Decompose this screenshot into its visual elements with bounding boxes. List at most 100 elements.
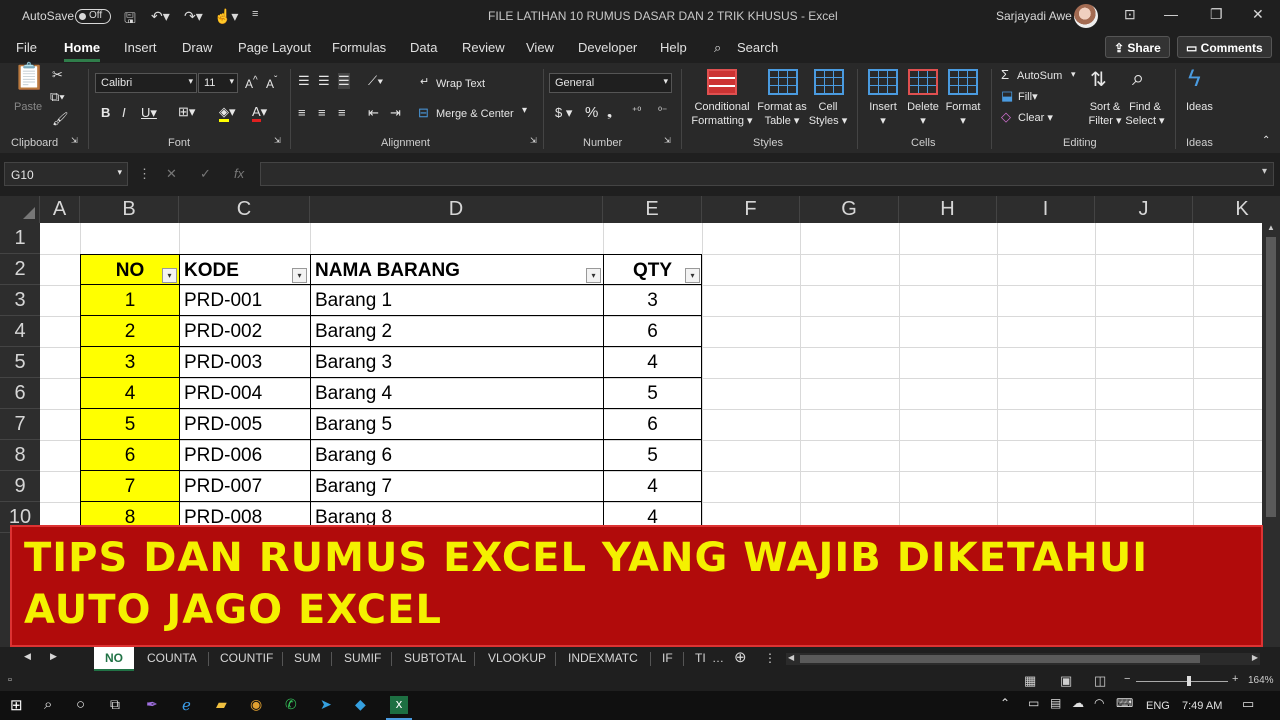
autosum-button[interactable]: AutoSum — [1017, 69, 1062, 83]
touch-mode-icon[interactable]: ☝▾ — [214, 8, 238, 25]
table-cell-no[interactable]: 2 — [80, 316, 179, 347]
search-icon[interactable]: ⌕ — [714, 40, 721, 56]
merge-center-button[interactable]: Merge & Center — [436, 107, 514, 121]
chevron-down-icon[interactable]: ▾ — [522, 105, 527, 116]
task-view-icon[interactable]: ⧉ — [110, 696, 128, 714]
table-cell-qty[interactable]: 6 — [603, 409, 702, 440]
align-right-icon[interactable]: ≡ — [338, 105, 346, 120]
table-cell-no[interactable]: 7 — [80, 471, 179, 502]
column-header-e[interactable]: E — [603, 196, 702, 223]
onedrive-icon[interactable]: ☁ — [1072, 696, 1090, 714]
delete-cells-button[interactable]: Delete ▾ — [904, 100, 942, 128]
wrap-text-button[interactable]: Wrap Text — [436, 77, 485, 91]
column-header-g[interactable]: G — [800, 196, 899, 223]
minimize-icon[interactable]: — — [1164, 6, 1178, 22]
search-box[interactable]: Search — [737, 40, 778, 55]
increase-font-icon[interactable]: A^ — [245, 75, 258, 91]
column-header-f[interactable]: F — [702, 196, 800, 223]
copy-icon[interactable]: ⧉▾ — [50, 89, 65, 105]
table-cell-qty[interactable]: 5 — [603, 440, 702, 471]
tab-draw[interactable]: Draw — [182, 40, 212, 55]
whatsapp-icon[interactable]: ✆ — [285, 696, 303, 714]
table-cell-qty[interactable]: 3 — [603, 285, 702, 316]
table-cell-kode[interactable]: PRD-001 — [179, 285, 310, 316]
number-launcher-icon[interactable]: ⇲ — [664, 136, 671, 145]
page-break-view-icon[interactable]: ◫ — [1094, 673, 1106, 689]
column-header-b[interactable]: B — [80, 196, 179, 223]
tab-data[interactable]: Data — [410, 40, 437, 55]
share-button[interactable]: ⇪ Share — [1105, 36, 1170, 58]
table-cell-nama[interactable]: Barang 3 — [310, 347, 603, 378]
scroll-thumb[interactable] — [800, 655, 1200, 663]
scroll-thumb[interactable] — [1266, 237, 1276, 517]
chrome-icon[interactable]: ◉ — [250, 696, 268, 714]
sheet-tab-indexmatc[interactable]: INDEXMATC — [568, 651, 638, 665]
font-size-select[interactable]: 11 ▾ — [198, 73, 238, 93]
table-cell-nama[interactable]: Barang 2 — [310, 316, 603, 347]
cancel-icon[interactable]: ✕ — [166, 166, 177, 182]
table-cell-qty[interactable]: 6 — [603, 316, 702, 347]
wifi-icon[interactable]: ◠ — [1094, 696, 1112, 714]
sheet-tab-counta[interactable]: COUNTA — [147, 651, 197, 665]
select-all-corner[interactable] — [0, 196, 40, 223]
clear-button[interactable]: Clear ▾ — [1018, 111, 1053, 125]
decrease-indent-icon[interactable]: ⇤ — [368, 105, 379, 121]
table-cell-no[interactable]: 1 — [80, 285, 179, 316]
search-icon[interactable]: ⌕ — [44, 696, 62, 714]
sheet-tab-vlookup[interactable]: VLOOKUP — [488, 651, 546, 665]
ribbon-display-icon[interactable]: ⊡ — [1124, 6, 1136, 23]
wrap-text-icon[interactable]: ↵ — [420, 75, 429, 88]
normal-view-icon[interactable]: ▦ — [1024, 673, 1036, 689]
zoom-in-icon[interactable]: + — [1232, 673, 1238, 685]
table-cell-kode[interactable]: PRD-006 — [179, 440, 310, 471]
column-header-i[interactable]: I — [997, 196, 1095, 223]
row-header-4[interactable]: 4 — [0, 316, 40, 347]
row-header-1[interactable]: 1 — [0, 223, 40, 254]
restore-icon[interactable]: ❐ — [1210, 6, 1223, 23]
table-cell-no[interactable]: 3 — [80, 347, 179, 378]
pen-app-icon[interactable]: ✒ — [146, 696, 164, 714]
tab-insert[interactable]: Insert — [124, 40, 157, 55]
table-cell-nama[interactable]: Barang 5 — [310, 409, 603, 440]
more-icon[interactable]: ⋮ — [138, 166, 151, 182]
merge-icon[interactable]: ⊟ — [418, 105, 429, 121]
comma-style-icon[interactable]: ❟ — [607, 104, 612, 120]
align-left-icon[interactable]: ≡ — [298, 105, 306, 120]
more-tabs-icon[interactable]: … — [712, 651, 724, 665]
language-indicator[interactable]: ENG — [1146, 700, 1170, 712]
sheet-tab-ti[interactable]: TI — [695, 651, 706, 665]
table-cell-no[interactable]: 5 — [80, 409, 179, 440]
scroll-up-icon[interactable]: ▲ — [1267, 223, 1275, 232]
align-bottom-icon[interactable]: ☰ — [338, 73, 350, 89]
align-top-icon[interactable]: ☰ — [298, 73, 310, 89]
align-middle-icon[interactable]: ☰ — [318, 73, 330, 89]
tab-page-layout[interactable]: Page Layout — [238, 40, 311, 55]
fill-icon[interactable]: ⬓ — [1001, 88, 1013, 104]
save-icon[interactable]: 🖫 — [124, 8, 136, 32]
format-as-table-button[interactable]: Format as Table ▾ — [752, 100, 812, 128]
clock[interactable]: 7:49 AM — [1182, 700, 1222, 712]
insert-function-icon[interactable]: fx — [234, 166, 244, 181]
notifications-icon[interactable]: ▭ — [1242, 696, 1260, 714]
filter-dropdown-icon[interactable]: ▾ — [685, 268, 700, 283]
page-layout-view-icon[interactable]: ▣ — [1060, 673, 1072, 689]
column-header-d[interactable]: D — [310, 196, 603, 223]
find-select-button[interactable]: Find & Select ▾ — [1121, 100, 1169, 128]
format-cells-button[interactable]: Format ▾ — [942, 100, 984, 128]
eraser-icon[interactable]: ◇ — [1001, 109, 1011, 125]
app-icon[interactable]: ◆ — [355, 696, 373, 714]
undo-icon[interactable]: ↶▾ — [151, 8, 170, 25]
file-explorer-icon[interactable]: ▰ — [216, 696, 234, 714]
collapse-ribbon-icon[interactable]: ⌃ — [1262, 135, 1270, 146]
comments-button[interactable]: ▭ Comments — [1177, 36, 1272, 58]
table-cell-qty[interactable]: 4 — [603, 347, 702, 378]
action-center-icon[interactable]: ▤ — [1050, 696, 1068, 714]
tab-file[interactable]: File — [16, 40, 37, 55]
table-cell-qty[interactable]: 4 — [603, 471, 702, 502]
add-sheet-icon[interactable]: ⊕ — [734, 648, 747, 666]
ideas-button[interactable]: Ideas — [1186, 100, 1213, 114]
sheet-tab-sum[interactable]: SUM — [294, 651, 321, 665]
tab-view[interactable]: View — [526, 40, 554, 55]
decrease-decimal-icon[interactable]: ⁰⁻ — [658, 106, 667, 117]
sheet-tab-subtotal[interactable]: SUBTOTAL — [404, 651, 466, 665]
